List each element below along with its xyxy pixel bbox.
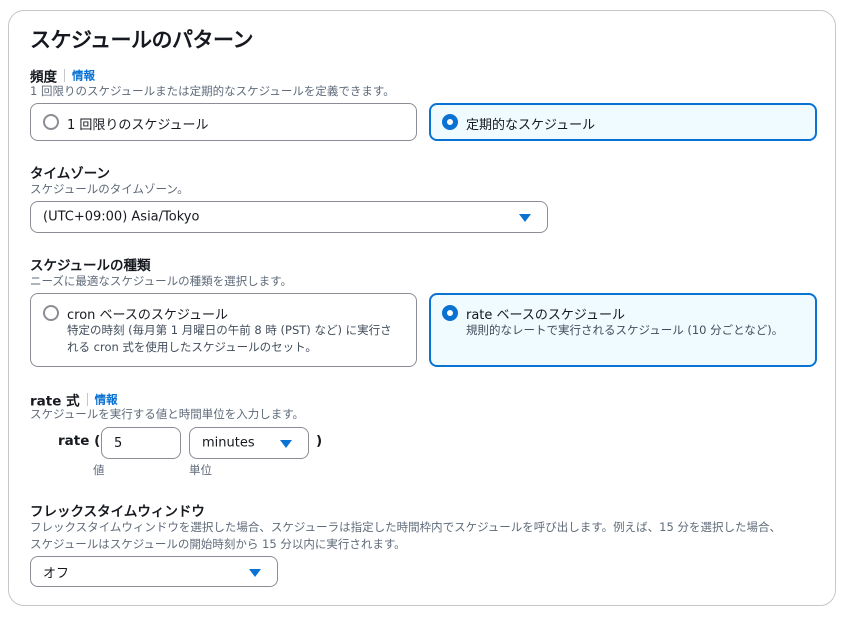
recurring-radio[interactable] bbox=[442, 114, 458, 130]
rate-expression-description: スケジュールを実行する値と時間単位を入力します。 bbox=[30, 407, 305, 421]
rate-unit-value: minutes bbox=[202, 435, 255, 451]
timezone-select[interactable]: (UTC+09:00) Asia/Tokyo bbox=[30, 201, 548, 233]
rate-description: 規則的なレートで実行されるスケジュール (10 分ごとなど)。 bbox=[466, 323, 784, 337]
recurring-label: 定期的なスケジュール bbox=[466, 118, 596, 133]
info-divider bbox=[86, 393, 88, 406]
flex-window-value: オフ bbox=[43, 566, 70, 581]
rate-suffix: ) bbox=[316, 433, 323, 449]
rate-info-link[interactable]: 情報 bbox=[95, 393, 118, 407]
one-time-label: 1 回限りのスケジュール bbox=[67, 118, 209, 133]
one-time-schedule-tile[interactable]: 1 回限りのスケジュール bbox=[30, 103, 417, 141]
caret-down-icon bbox=[280, 440, 292, 448]
flex-window-label: フレックスタイムウィンドウ bbox=[30, 504, 205, 520]
flex-window-select[interactable]: オフ bbox=[30, 556, 278, 587]
flex-window-description-2: スケジュールはスケジュールの開始時刻から 15 分以内に実行されます。 bbox=[30, 537, 406, 551]
timezone-value: (UTC+09:00) Asia/Tokyo bbox=[43, 209, 200, 225]
rate-unit-caption: 単位 bbox=[189, 463, 212, 477]
caret-down-icon bbox=[519, 214, 531, 222]
schedule-type-label: スケジュールの種類 bbox=[30, 258, 151, 274]
recurring-schedule-tile[interactable]: 定期的なスケジュール bbox=[429, 103, 817, 141]
frequency-description: 1 回限りのスケジュールまたは定期的なスケジュールを定義できます。 bbox=[30, 84, 395, 98]
one-time-radio[interactable] bbox=[43, 114, 59, 130]
rate-prefix: rate ( bbox=[58, 433, 101, 449]
page-title: スケジュールのパターン bbox=[30, 28, 253, 52]
rate-unit-select[interactable]: minutes bbox=[189, 427, 309, 459]
rate-value-caption: 値 bbox=[93, 463, 105, 477]
schedule-type-description: ニーズに最適なスケジュールの種類を選択します。 bbox=[30, 274, 292, 288]
rate-label: rate ベースのスケジュール bbox=[466, 308, 625, 323]
rate-radio[interactable] bbox=[442, 305, 458, 321]
cron-description: 特定の時刻 (毎月第 1 月曜日の午前 8 時 (PST) など) に実行される… bbox=[67, 323, 392, 354]
timezone-label: タイムゾーン bbox=[30, 166, 111, 182]
cron-schedule-tile[interactable]: cron ベースのスケジュール 特定の時刻 (毎月第 1 月曜日の午前 8 時 … bbox=[30, 293, 417, 367]
caret-down-icon bbox=[249, 568, 261, 577]
cron-radio[interactable] bbox=[43, 305, 59, 321]
info-divider bbox=[64, 69, 65, 82]
rate-value-input[interactable] bbox=[101, 427, 181, 459]
timezone-description: スケジュールのタイムゾーン。 bbox=[30, 182, 189, 196]
frequency-info-link[interactable]: 情報 bbox=[72, 69, 95, 83]
flex-window-description-1: フレックスタイムウィンドウを選択した場合、スケジューラは指定した時間枠内でスケジ… bbox=[30, 520, 781, 534]
cron-label: cron ベースのスケジュール bbox=[67, 308, 228, 323]
rate-schedule-tile[interactable]: rate ベースのスケジュール 規則的なレートで実行されるスケジュール (10 … bbox=[429, 293, 817, 367]
